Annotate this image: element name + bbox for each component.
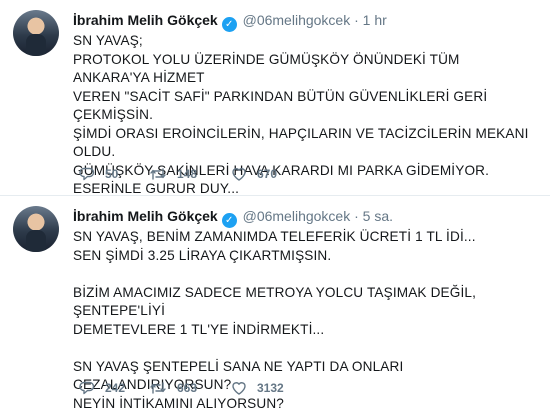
reply-bubble-icon bbox=[79, 167, 95, 181]
like-count: 3132 bbox=[257, 381, 284, 395]
retweet-button[interactable]: 663 bbox=[149, 380, 231, 396]
like-count: 670 bbox=[257, 167, 278, 181]
verified-check-icon: ✓ bbox=[221, 213, 237, 228]
verified-check-icon: ✓ bbox=[221, 17, 237, 32]
separator-dot: · bbox=[354, 208, 359, 224]
tweet[interactable]: İbrahim Melih Gökçek ✓ @06melihgokcek · 5… bbox=[0, 196, 550, 420]
separator-dot: · bbox=[354, 12, 359, 28]
reply-count: 242 bbox=[105, 381, 126, 395]
like-button[interactable]: 3132 bbox=[231, 380, 311, 396]
retweet-count: 148 bbox=[177, 167, 198, 181]
tweet-actions: 242 663 3132 bbox=[79, 380, 311, 396]
retweet-arrows-icon bbox=[150, 382, 166, 394]
author-handle[interactable]: @06melihgokcek bbox=[243, 208, 351, 224]
reply-bubble-icon bbox=[79, 381, 95, 395]
tweet-timestamp[interactable]: 1 hr bbox=[363, 12, 387, 28]
reply-count: 50 bbox=[105, 167, 119, 181]
retweet-count: 663 bbox=[177, 381, 198, 395]
tweet-text-line: SEN ŞİMDİ 3.25 LİRAYA ÇIKARTMIŞSIN. bbox=[73, 247, 332, 263]
tweet-header: İbrahim Melih Gökçek ✓ @06melihgokcek · 5… bbox=[73, 206, 538, 228]
reply-button[interactable]: 50 bbox=[79, 166, 149, 182]
retweet-arrows-icon bbox=[150, 168, 166, 180]
tweet-text-line: SN YAVAŞ; bbox=[73, 33, 143, 48]
tweet-text-line: BİZİM AMACIMIZ SADECE METROYA YOLCU TAŞI… bbox=[73, 284, 477, 319]
avatar[interactable] bbox=[13, 206, 59, 252]
author-handle[interactable]: @06melihgokcek bbox=[243, 12, 351, 28]
author-name[interactable]: İbrahim Melih Gökçek bbox=[73, 12, 218, 28]
heart-icon bbox=[232, 382, 246, 395]
tweet-actions: 50 148 670 bbox=[79, 166, 311, 182]
tweet[interactable]: İbrahim Melih Gökçek ✓ @06melihgokcek · 1… bbox=[0, 0, 550, 196]
like-button[interactable]: 670 bbox=[231, 166, 311, 182]
tweet-timestamp[interactable]: 5 sa. bbox=[363, 208, 393, 224]
tweet-header: İbrahim Melih Gökçek ✓ @06melihgokcek · 1… bbox=[73, 10, 538, 32]
tweet-text-line: DEMETEVLERE 1 TL'YE İNDİRMEKTİ... bbox=[73, 321, 325, 337]
tweet-text-line: VEREN "SACİT SAFİ" PARKINDAN BÜTÜN GÜVEN… bbox=[73, 88, 488, 123]
tweet-text-line: PROTOKOL YOLU ÜZERİNDE GÜMÜŞKÖY ÖNÜNDEKİ… bbox=[73, 51, 460, 86]
author-name[interactable]: İbrahim Melih Gökçek bbox=[73, 208, 218, 224]
reply-button[interactable]: 242 bbox=[79, 380, 149, 396]
heart-icon bbox=[232, 168, 246, 181]
retweet-button[interactable]: 148 bbox=[149, 166, 231, 182]
tweet-text-line: ŞİMDİ ORASI EROİNCİLERİN, HAPÇILARIN VE … bbox=[73, 125, 529, 160]
tweet-text-line: SN YAVAŞ, BENİM ZAMANIMDA TELEFERİK ÜCRE… bbox=[73, 229, 476, 244]
avatar[interactable] bbox=[13, 10, 59, 56]
tweet-text-line: NEYİN İNTİKAMINI ALIYORSUN? bbox=[73, 395, 285, 411]
